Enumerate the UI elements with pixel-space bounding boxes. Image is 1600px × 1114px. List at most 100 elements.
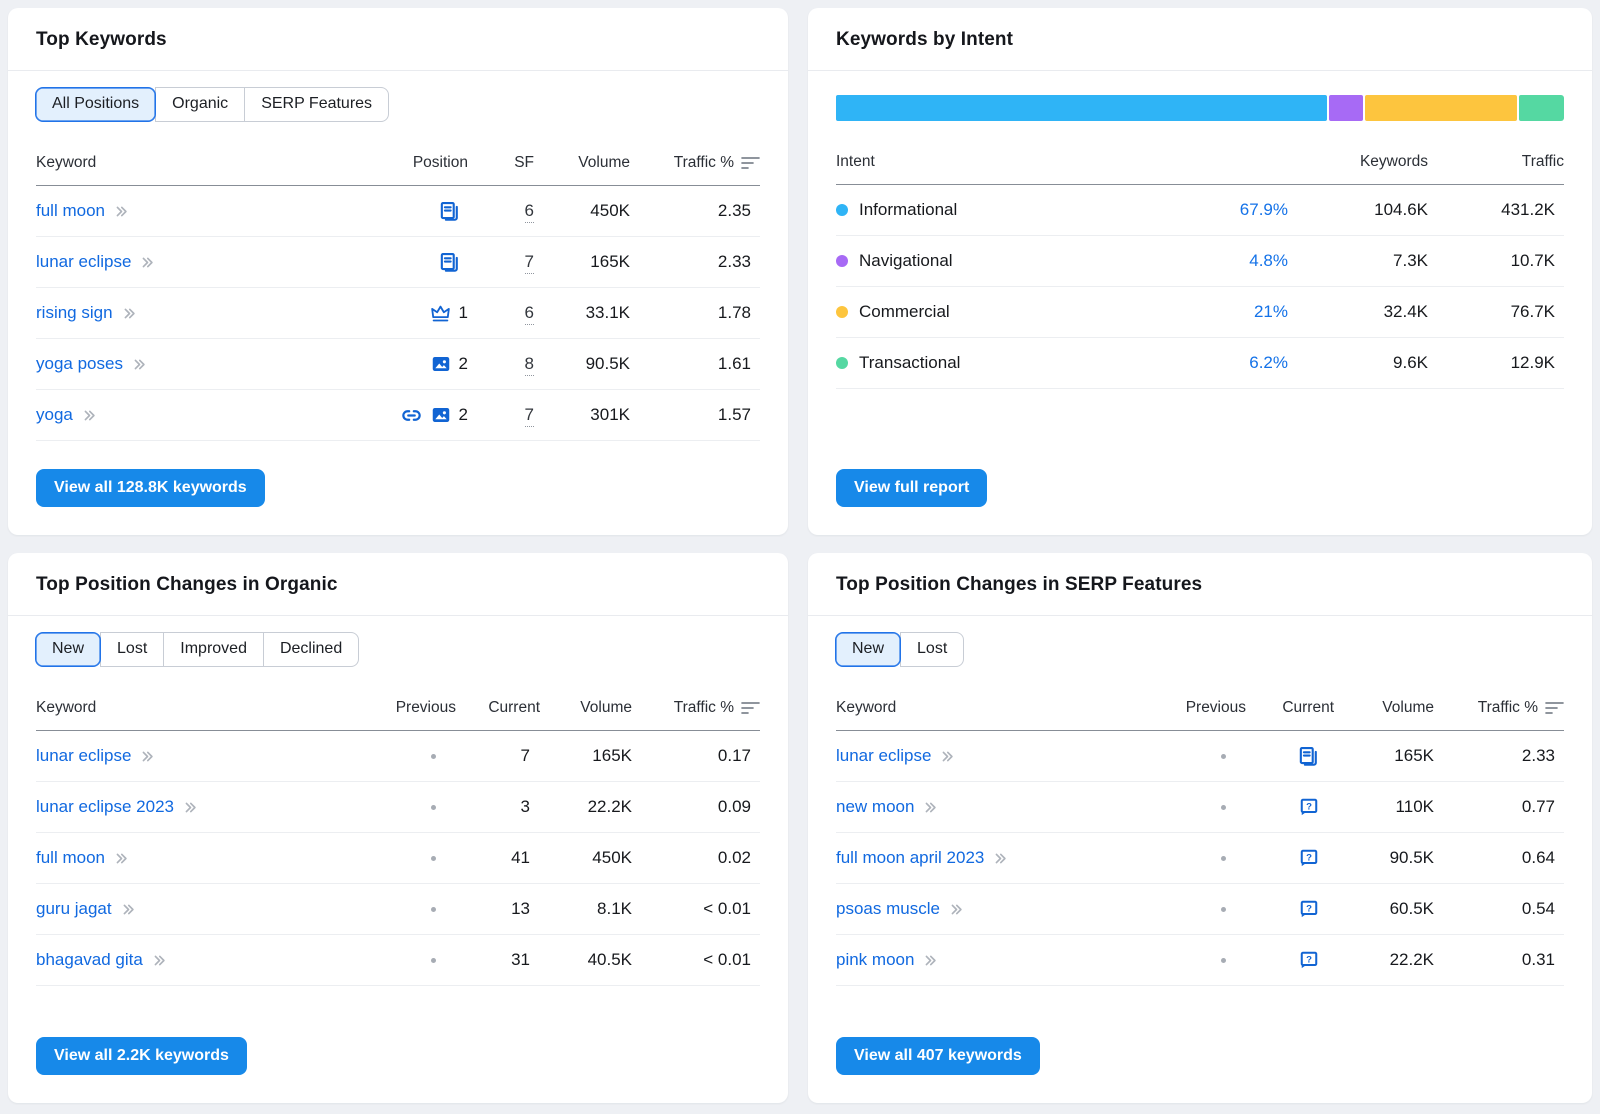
keyword-text: lunar eclipse — [36, 252, 131, 272]
current-serp-feature-icon: ? — [1246, 847, 1334, 869]
current-serp-feature-icon — [1246, 745, 1334, 768]
intent-label: Navigational — [859, 251, 953, 271]
forward-chevrons-icon — [940, 749, 955, 764]
sort-descending-icon[interactable] — [1545, 701, 1564, 715]
intent-share-link[interactable]: 4.8% — [1148, 251, 1288, 271]
previous-cell — [1126, 958, 1246, 963]
current-position-value: 41 — [456, 848, 540, 868]
keyword-link[interactable]: pink moon — [836, 950, 1126, 970]
tab[interactable]: SERP Features — [244, 87, 389, 122]
table-header-row: Keyword Previous Current Volume Traffic … — [836, 685, 1564, 731]
view-all-organic-keywords-button[interactable]: View all 2.2K keywords — [36, 1037, 247, 1075]
keyword-link[interactable]: guru jagat — [36, 899, 336, 919]
tab[interactable]: Lost — [100, 632, 164, 667]
traffic-value: < 0.01 — [632, 899, 760, 919]
position-cell — [336, 251, 468, 274]
keyword-text: psoas muscle — [836, 899, 940, 919]
tab[interactable]: Declined — [263, 632, 359, 667]
volume-value: 22.2K — [540, 797, 632, 817]
sort-descending-icon[interactable] — [741, 156, 760, 170]
view-full-report-button[interactable]: View full report — [836, 469, 987, 507]
intent-cell: Informational — [836, 200, 1148, 220]
serp-feature-icons — [429, 302, 452, 325]
previous-cell — [336, 958, 456, 963]
intent-share-link[interactable]: 21% — [1148, 302, 1288, 322]
keyword-link[interactable]: full moon april 2023 — [836, 848, 1126, 868]
keyword-link[interactable]: lunar eclipse 2023 — [36, 797, 336, 817]
keyword-link[interactable]: lunar eclipse — [36, 252, 336, 272]
view-all-serp-keywords-button[interactable]: View all 407 keywords — [836, 1037, 1040, 1075]
intent-share-link[interactable]: 6.2% — [1148, 353, 1288, 373]
volume-value: 450K — [540, 848, 632, 868]
tab[interactable]: All Positions — [35, 87, 156, 122]
traffic-value: 2.35 — [630, 201, 760, 221]
tab[interactable]: Lost — [900, 632, 964, 667]
keyword-text: yoga — [36, 405, 73, 425]
intent-share-link[interactable]: 67.9% — [1148, 200, 1288, 220]
keyword-link[interactable]: psoas muscle — [836, 899, 1126, 919]
sf-value[interactable]: 8 — [525, 354, 534, 376]
previous-cell — [336, 907, 456, 912]
sf-cell: 7 — [468, 405, 534, 425]
no-previous-dot — [1221, 856, 1226, 861]
intent-bar-segment[interactable] — [1519, 95, 1564, 121]
intent-label: Commercial — [859, 302, 950, 322]
keyword-link[interactable]: lunar eclipse — [36, 746, 336, 766]
intent-distribution-bar — [836, 95, 1564, 121]
dashboard-grid: Top Keywords All PositionsOrganicSERP Fe… — [0, 0, 1600, 1111]
intent-bar-segment[interactable] — [1329, 95, 1364, 121]
no-previous-dot — [431, 907, 436, 912]
table-row: Transactional 6.2% 9.6K 12.9K — [836, 338, 1564, 389]
keyword-link[interactable]: yoga poses — [36, 354, 336, 374]
volume-value: 40.5K — [540, 950, 632, 970]
tab[interactable]: New — [35, 632, 101, 667]
forward-chevrons-icon — [114, 851, 129, 866]
table-row: Informational 67.9% 104.6K 431.2K — [836, 185, 1564, 236]
keyword-link[interactable]: lunar eclipse — [836, 746, 1126, 766]
top-keywords-card: Top Keywords All PositionsOrganicSERP Fe… — [8, 8, 788, 535]
table-row: Navigational 4.8% 7.3K 10.7K — [836, 236, 1564, 287]
previous-cell — [336, 805, 456, 810]
volume-value: 90.5K — [534, 354, 630, 374]
keyword-link[interactable]: yoga — [36, 405, 336, 425]
serp-changes-tab-group: NewLost — [836, 632, 964, 667]
serp-feature-icons — [438, 251, 461, 274]
col-header-keywords: Keywords — [1288, 153, 1428, 171]
forward-chevrons-icon — [923, 800, 938, 815]
sf-value[interactable]: 7 — [525, 405, 534, 427]
keyword-text: guru jagat — [36, 899, 112, 919]
intent-cell: Transactional — [836, 353, 1148, 373]
keyword-link[interactable]: rising sign — [36, 303, 336, 323]
no-previous-dot — [1221, 805, 1226, 810]
current-serp-feature-icon: ? — [1246, 796, 1334, 818]
top-keywords-title: Top Keywords — [36, 29, 760, 51]
keyword-link[interactable]: new moon — [836, 797, 1126, 817]
sf-value[interactable]: 6 — [525, 303, 534, 325]
organic-position-changes-card: Top Position Changes in Organic NewLostI… — [8, 553, 788, 1103]
sf-cell: 6 — [468, 201, 534, 221]
keyword-link[interactable]: bhagavad gita — [36, 950, 336, 970]
tab[interactable]: New — [835, 632, 901, 667]
position-cell: 1 — [336, 302, 468, 325]
keyword-text: lunar eclipse 2023 — [36, 797, 174, 817]
col-header-traffic: Traffic % — [630, 154, 760, 172]
card-header: Top Position Changes in SERP Features — [808, 553, 1592, 616]
intent-bar-segment[interactable] — [836, 95, 1327, 121]
position-value: 2 — [459, 405, 468, 425]
view-all-keywords-button[interactable]: View all 128.8K keywords — [36, 469, 265, 507]
table-row: full moon april 2023 ? 90.5K 0.64 — [836, 833, 1564, 884]
sf-value[interactable]: 6 — [525, 201, 534, 223]
intent-bar-segment[interactable] — [1365, 95, 1517, 121]
keyword-link[interactable]: full moon — [36, 201, 336, 221]
forward-chevrons-icon — [152, 953, 167, 968]
table-row: guru jagat 13 8.1K < 0.01 — [36, 884, 760, 935]
keyword-link[interactable]: full moon — [36, 848, 336, 868]
card-header: Top Keywords — [8, 8, 788, 71]
tab[interactable]: Improved — [163, 632, 264, 667]
sort-descending-icon[interactable] — [741, 701, 760, 715]
tab[interactable]: Organic — [155, 87, 245, 122]
sf-cell: 6 — [468, 303, 534, 323]
sf-value[interactable]: 7 — [525, 252, 534, 274]
intent-color-dot — [836, 357, 848, 369]
serp-changes-title: Top Position Changes in SERP Features — [836, 574, 1564, 596]
